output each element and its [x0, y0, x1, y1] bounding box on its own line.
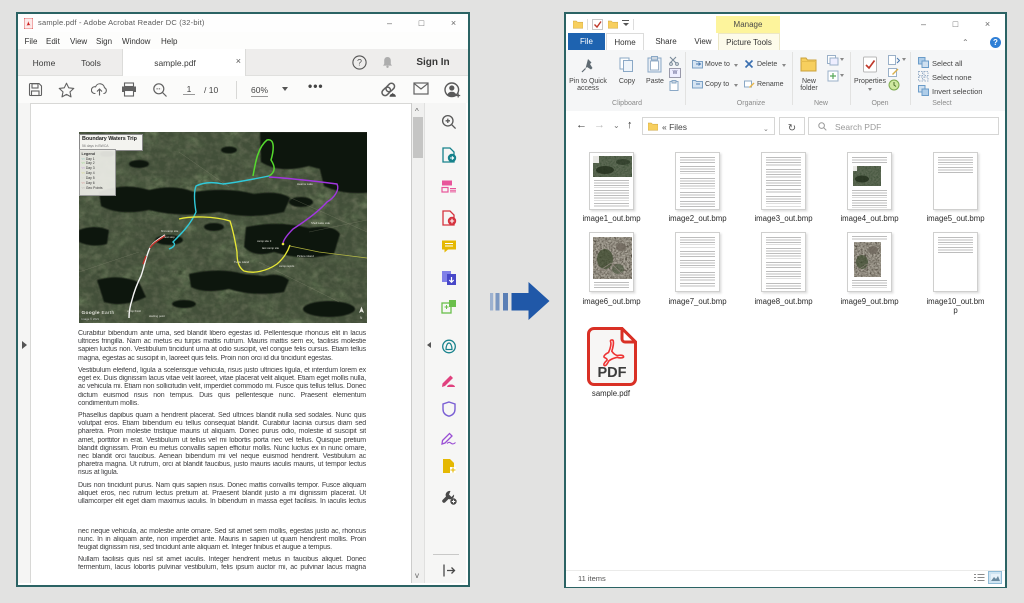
- svg-text:first camp site: first camp site: [161, 229, 179, 233]
- svg-text:PDF: PDF: [598, 365, 627, 381]
- svg-text:camp rapids: camp rapids: [279, 264, 295, 268]
- svg-text:Shell Lake side: Shell Lake side: [311, 221, 330, 225]
- svg-text:starting point: starting point: [149, 314, 165, 318]
- svg-text:camp site 3: camp site 3: [257, 239, 272, 243]
- svg-text:?: ?: [993, 38, 998, 47]
- svg-text:?: ?: [357, 58, 362, 68]
- svg-text:Hearns Lake: Hearns Lake: [297, 182, 313, 186]
- svg-text:Picture island: Picture island: [297, 254, 314, 258]
- svg-text:camp finish: camp finish: [127, 309, 142, 313]
- svg-text:rest stop: rest stop: [164, 235, 175, 239]
- svg-text:last camp site: last camp site: [262, 246, 280, 250]
- svg-text:Turtle island: Turtle island: [234, 260, 250, 264]
